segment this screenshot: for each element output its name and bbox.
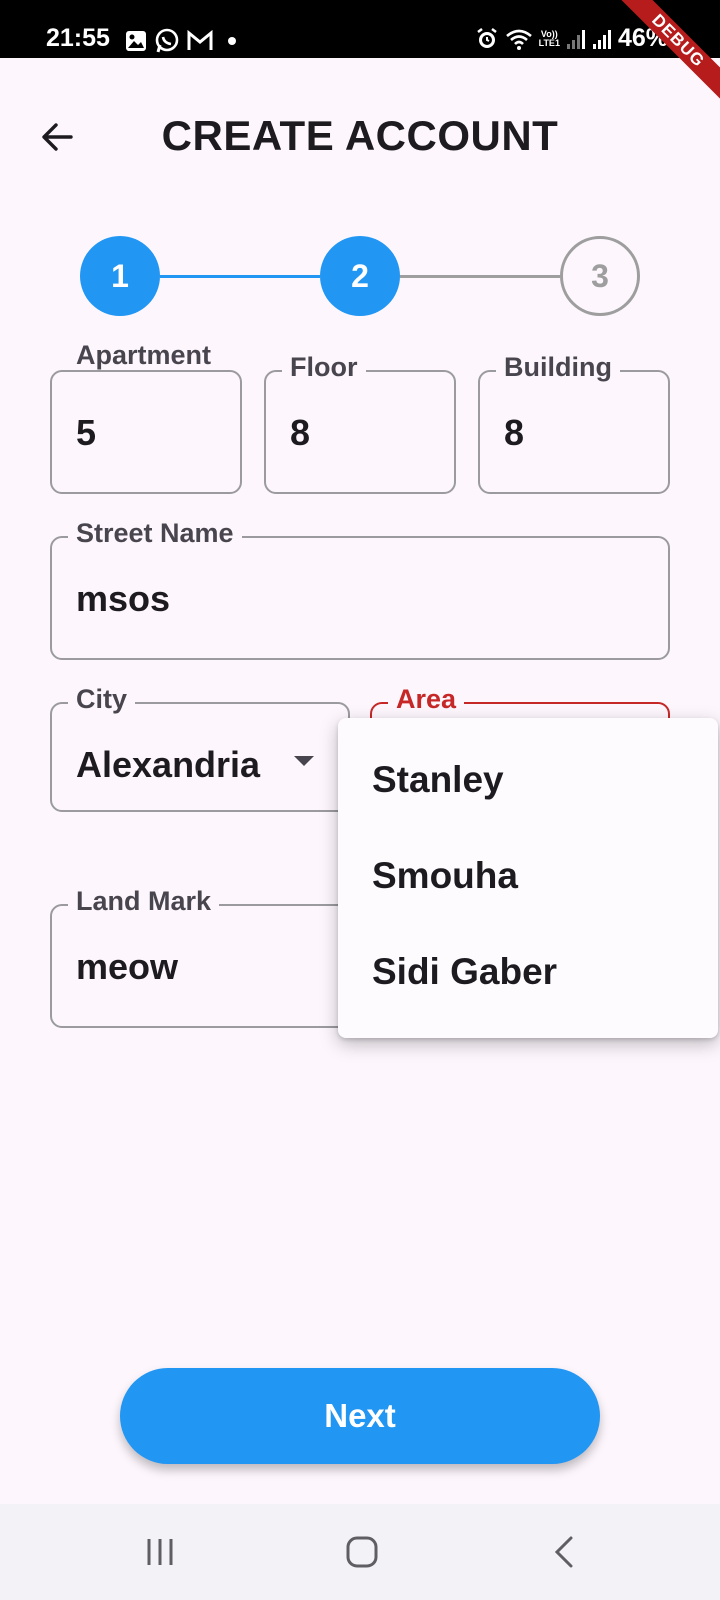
- menu-item-sidi-gaber[interactable]: Sidi Gaber: [338, 924, 718, 1020]
- signal-icon: [566, 28, 586, 50]
- more-notifications-dot: [228, 37, 236, 45]
- wifi-icon: [505, 27, 533, 51]
- land-mark-label: Land Mark: [68, 886, 220, 916]
- city-dropdown[interactable]: City Alexandria: [50, 684, 350, 812]
- street-name-value: msos: [76, 578, 171, 619]
- back-icon: [554, 1536, 573, 1568]
- progress-stepper: 1 2 3: [0, 236, 720, 316]
- app-bar: CREATE ACCOUNT: [0, 58, 720, 218]
- step-connector-1-2: [160, 275, 320, 278]
- status-bar: 21:55 Vo)) LTE1 46% DEBUG: [0, 0, 720, 106]
- whatsapp-icon: [154, 28, 180, 54]
- floor-field[interactable]: Floor 8: [264, 352, 456, 494]
- nav-back-button[interactable]: [534, 1532, 594, 1572]
- street-name-label: Street Name: [68, 518, 242, 548]
- step-1: 1: [80, 236, 160, 316]
- next-button[interactable]: Next: [120, 1368, 600, 1464]
- system-nav-bar: [0, 1504, 720, 1600]
- menu-item-smouha[interactable]: Smouha: [338, 828, 718, 924]
- floor-value: 8: [290, 412, 311, 453]
- street-name-field[interactable]: Street Name msos: [50, 518, 670, 660]
- gmail-icon: [186, 29, 214, 53]
- apartment-label: Apartment: [68, 342, 228, 369]
- city-label: City: [68, 684, 136, 714]
- apartment-field[interactable]: Apartment 5: [50, 342, 242, 494]
- step-2: 2: [320, 236, 400, 316]
- city-value: Alexandria: [76, 744, 261, 785]
- status-icons: Vo)) LTE1 46%: [475, 24, 668, 53]
- recents-button[interactable]: [130, 1532, 190, 1572]
- menu-item-stanley[interactable]: Stanley: [338, 732, 718, 828]
- building-value: 8: [504, 412, 525, 453]
- area-label: Area: [388, 684, 465, 714]
- gallery-icon: [124, 29, 148, 53]
- building-label: Building: [496, 352, 620, 382]
- apartment-value: 5: [76, 412, 97, 453]
- recents-icon: [147, 1539, 173, 1565]
- signal-icon: [592, 28, 612, 50]
- building-field[interactable]: Building 8: [478, 352, 670, 494]
- step-connector-2-3: [400, 275, 560, 278]
- status-time: 21:55: [46, 24, 110, 52]
- page-title: CREATE ACCOUNT: [161, 112, 559, 159]
- area-options-menu: Stanley Smouha Sidi Gaber: [338, 718, 718, 1038]
- notification-icons: [124, 28, 236, 54]
- floor-label: Floor: [282, 352, 366, 382]
- alarm-icon: [475, 27, 499, 51]
- home-icon: [346, 1536, 378, 1568]
- home-button[interactable]: [332, 1532, 392, 1572]
- volte-lte-indicator: Vo)) LTE1: [538, 28, 560, 48]
- land-mark-value: meow: [76, 946, 179, 987]
- step-3: 3: [560, 236, 640, 316]
- chevron-down-icon: [294, 756, 314, 766]
